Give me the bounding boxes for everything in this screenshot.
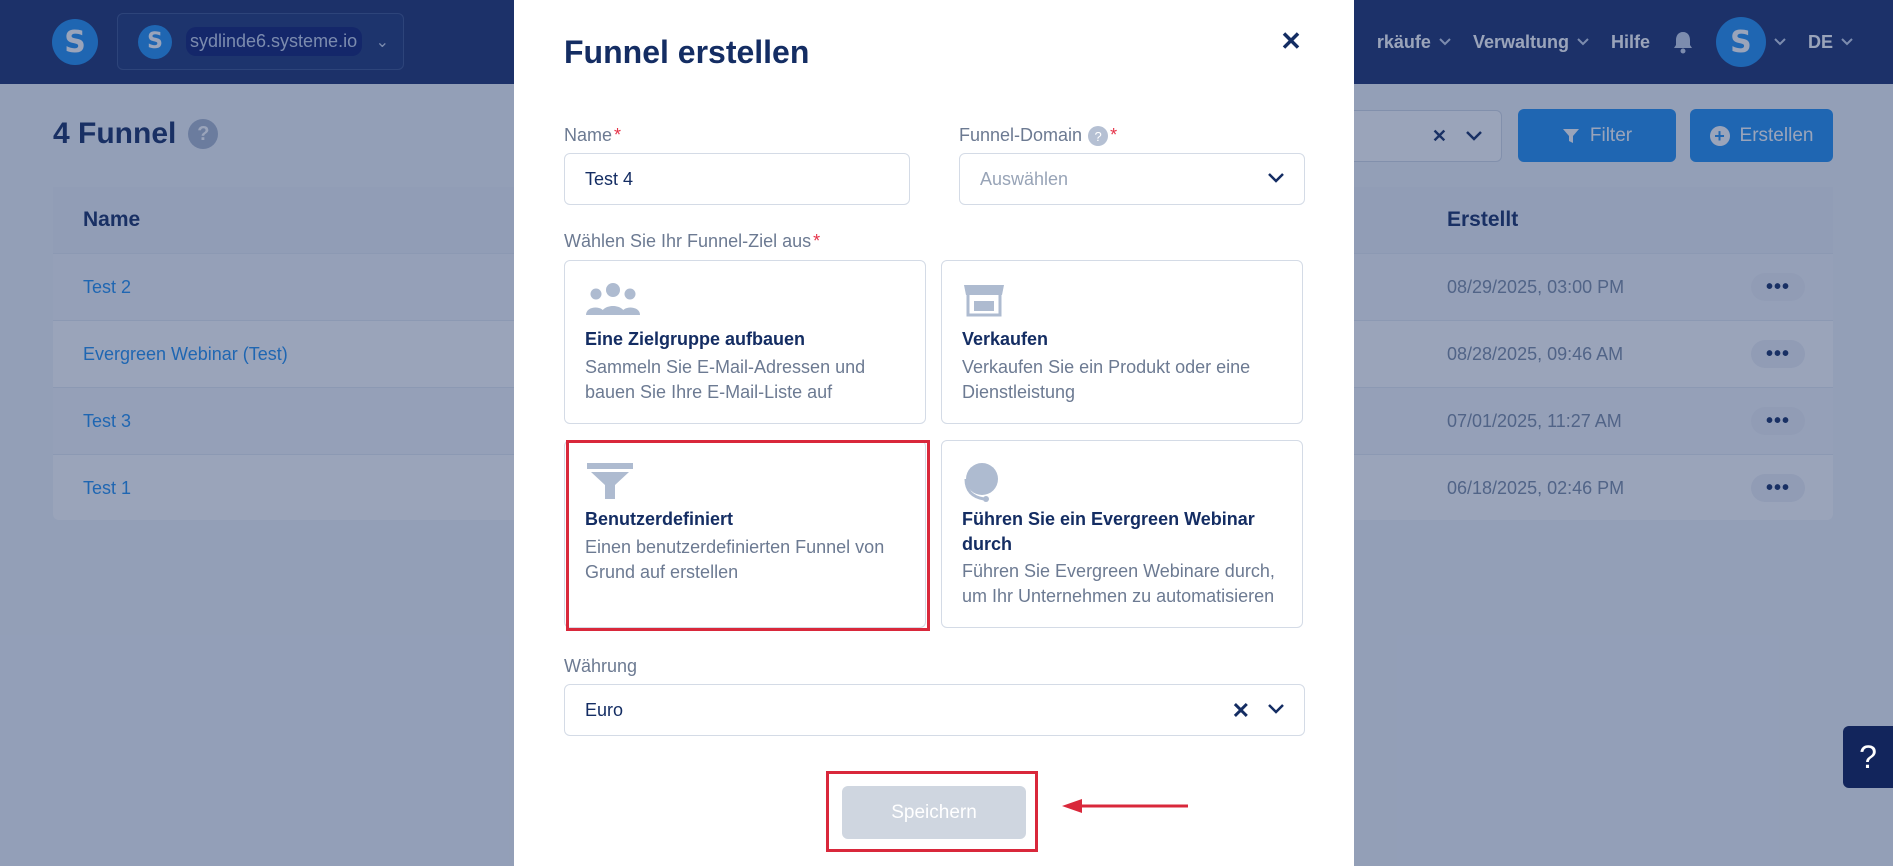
goal-option-webinar[interactable]: Führen Sie ein Evergreen Webinar durch F… [941, 440, 1303, 628]
chevron-down-icon [1268, 173, 1284, 183]
goal-description: Verkaufen Sie ein Produkt oder eine Dien… [962, 357, 1251, 402]
goal-option-audience[interactable]: Eine Zielgruppe aufbauen Sammeln Sie E-M… [564, 260, 926, 424]
currency-label: Währung [564, 656, 638, 676]
required-marker: * [614, 125, 622, 145]
annotation-highlight-box [566, 440, 930, 631]
name-label: Name * [564, 125, 622, 145]
goal-title: Führen Sie ein Evergreen Webinar durch [962, 509, 1255, 554]
goal-label: Wählen Sie Ihr Funnel-Ziel aus * [564, 231, 821, 251]
chevron-down-icon [1268, 704, 1284, 714]
required-marker: * [813, 231, 821, 251]
goal-title: Eine Zielgruppe aufbauen [585, 329, 806, 349]
headset-icon [964, 463, 998, 502]
domain-label: Funnel-Domain? * [959, 125, 1118, 147]
help-widget-button[interactable]: ? [1843, 726, 1893, 788]
goal-description: Sammeln Sie E-Mail-Adressen und bauen Si… [585, 357, 866, 402]
goal-title: Verkaufen [962, 329, 1049, 349]
create-funnel-modal: Funnel erstellen ✕ Name * Test 4 Funnel-D… [514, 0, 1354, 866]
currency-select[interactable]: Euro ✕ [564, 684, 1305, 736]
domain-select[interactable]: Auswählen [959, 153, 1305, 205]
required-marker: * [1110, 125, 1118, 145]
name-input-value: Test 4 [585, 168, 634, 189]
goal-description: Führen Sie Evergreen Webinare durch, um … [962, 561, 1275, 606]
annotation-arrow-icon [1062, 799, 1188, 813]
close-icon[interactable]: ✕ [1278, 26, 1304, 56]
modal-title: Funnel erstellen [564, 34, 810, 70]
currency-value: Euro [585, 699, 624, 720]
goal-option-sell[interactable]: Verkaufen Verkaufen Sie ein Produkt oder… [941, 260, 1303, 424]
name-input[interactable]: Test 4 [564, 153, 910, 205]
store-icon [964, 285, 1004, 317]
people-icon [586, 283, 640, 315]
clear-icon[interactable]: ✕ [1232, 698, 1250, 724]
domain-select-placeholder: Auswählen [980, 168, 1069, 189]
help-icon[interactable]: ? [1088, 126, 1109, 147]
save-button[interactable]: Speichern [842, 786, 1026, 839]
